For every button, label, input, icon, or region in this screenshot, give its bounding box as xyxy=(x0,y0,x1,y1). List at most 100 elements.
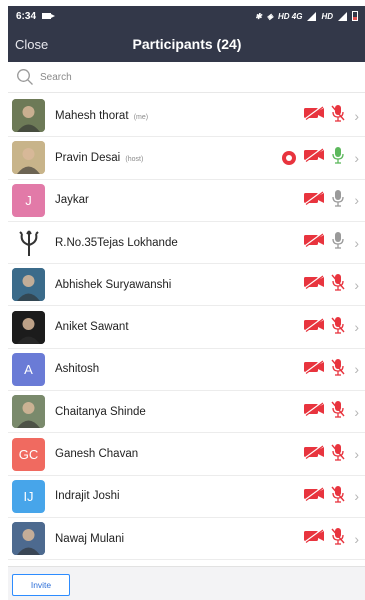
avatar: A xyxy=(12,352,45,386)
participant-controls: › xyxy=(303,349,359,390)
participant-name: Ganesh Chavan xyxy=(55,448,140,460)
participant-row[interactable]: A Ashitosh › xyxy=(8,349,365,392)
participants-header: Close Participants (24) xyxy=(8,26,365,62)
chevron-right-icon[interactable]: › xyxy=(354,488,359,504)
mic-muted-icon xyxy=(330,443,346,466)
status-indicators: ✱ ◈ HD 4G HD xyxy=(255,11,358,21)
profile-photo-icon xyxy=(12,99,45,133)
participant-controls: › xyxy=(303,180,359,221)
video-muted-icon xyxy=(303,528,325,548)
participant-controls: › xyxy=(303,476,359,517)
participant-row[interactable]: Nawaj Mulani › xyxy=(8,518,365,561)
video-muted-icon xyxy=(303,105,325,125)
avatar xyxy=(12,522,45,556)
profile-photo-icon xyxy=(12,268,45,302)
signal-icon xyxy=(307,11,317,21)
participant-role: (host) xyxy=(125,155,144,163)
vibrate-icon: ◈ xyxy=(266,11,273,21)
bluetooth-icon: ✱ xyxy=(255,11,262,21)
participant-controls: › xyxy=(303,222,359,263)
recording-icon xyxy=(282,150,297,165)
mic-muted-icon xyxy=(330,316,346,339)
chevron-right-icon[interactable]: › xyxy=(354,404,359,420)
page-title: Participants (24) xyxy=(132,36,242,52)
chevron-right-icon[interactable]: › xyxy=(354,319,359,335)
chevron-right-icon[interactable]: › xyxy=(354,192,359,208)
participant-row[interactable]: GC Ganesh Chavan › xyxy=(8,433,365,476)
video-muted-icon xyxy=(303,486,325,506)
participant-row[interactable]: R.No.35Tejas Lokhande › xyxy=(8,222,365,265)
chevron-right-icon[interactable]: › xyxy=(354,361,359,377)
search-input[interactable] xyxy=(40,71,340,83)
status-time: 6:34 xyxy=(16,10,37,22)
chevron-right-icon[interactable]: › xyxy=(354,277,359,293)
participant-row[interactable]: Chaitanya Shinde › xyxy=(8,391,365,434)
participant-name-text: Jaykar xyxy=(55,194,89,207)
participant-row[interactable]: Aniket Sawant › xyxy=(8,306,365,349)
chevron-right-icon[interactable]: › xyxy=(354,531,359,547)
close-button[interactable]: Close xyxy=(15,37,48,52)
participant-name-text: Aniket Sawant xyxy=(55,321,129,334)
participant-row[interactable]: Abhishek Suryawanshi › xyxy=(8,264,365,307)
mic-muted-icon xyxy=(330,273,346,296)
avatar-initials: J xyxy=(25,192,32,208)
search-icon xyxy=(17,69,33,85)
video-muted-icon xyxy=(303,402,325,421)
chevron-right-icon[interactable]: › xyxy=(354,235,359,251)
participant-controls: › xyxy=(303,264,359,305)
search-bar[interactable] xyxy=(8,62,365,93)
trident-logo-icon xyxy=(18,229,39,256)
avatar xyxy=(12,226,45,260)
avatar xyxy=(12,268,45,302)
participant-controls: › xyxy=(303,433,359,474)
participant-name-text: Ashitosh xyxy=(55,363,100,376)
mic-icon xyxy=(330,146,346,169)
video-muted-icon xyxy=(303,317,325,337)
participant-row[interactable]: Mahesh thorat (me) › xyxy=(8,95,365,138)
signal-icon-2 xyxy=(338,11,347,21)
participant-name: R.No.35Tejas Lokhande xyxy=(55,237,180,249)
network-label-2: HD xyxy=(321,11,333,21)
participant-name-text: Mahesh thorat xyxy=(55,109,129,122)
participant-name-text: R.No.35Tejas Lokhande xyxy=(55,236,178,249)
profile-photo-icon xyxy=(12,141,45,175)
video-muted-icon xyxy=(303,232,325,252)
participant-name: Pravin Desai (host) xyxy=(55,152,143,164)
mic-muted-icon xyxy=(330,485,346,508)
participant-controls: › xyxy=(303,306,359,347)
participant-list: Mahesh thorat (me) › Pravin Desai (host)… xyxy=(8,95,365,561)
chevron-right-icon[interactable]: › xyxy=(354,108,359,124)
participant-controls: › xyxy=(303,391,359,432)
participant-name-text: Indrajit Joshi xyxy=(55,490,120,503)
avatar xyxy=(12,395,45,429)
participant-row[interactable]: Pravin Desai (host) › xyxy=(8,137,365,180)
avatar: IJ xyxy=(12,479,45,513)
profile-photo-icon xyxy=(12,522,45,556)
participant-row[interactable]: J Jaykar › xyxy=(8,180,365,222)
participant-name: Abhishek Suryawanshi xyxy=(55,279,173,291)
participant-name: Jaykar xyxy=(55,194,91,206)
participant-controls: › xyxy=(282,137,359,178)
participant-name-text: Pravin Desai xyxy=(55,151,121,164)
mic-muted-icon xyxy=(330,358,346,381)
mic-muted-icon xyxy=(330,400,346,423)
avatar: GC xyxy=(12,437,45,471)
invite-button[interactable]: Invite xyxy=(12,574,70,596)
video-muted-icon xyxy=(303,444,325,464)
avatar: J xyxy=(12,183,45,217)
chevron-right-icon[interactable]: › xyxy=(354,150,359,166)
participant-row[interactable]: IJ Indrajit Joshi › xyxy=(8,476,365,518)
network-label: HD 4G xyxy=(277,11,303,21)
participant-name-text: Ganesh Chavan xyxy=(55,448,139,461)
status-bar: 6:34 ✱ ◈ HD 4G HD xyxy=(8,6,365,26)
participant-name-text: Chaitanya Shinde xyxy=(55,405,146,418)
participant-name-text: Abhishek Suryawanshi xyxy=(55,278,172,291)
video-muted-icon xyxy=(303,275,325,294)
battery-icon xyxy=(352,11,358,21)
chevron-right-icon[interactable]: › xyxy=(354,446,359,462)
participant-name: Mahesh thorat (me) xyxy=(55,110,148,122)
avatar xyxy=(12,99,45,133)
mic-muted-icon xyxy=(330,527,346,550)
participant-name: Indrajit Joshi xyxy=(55,490,122,502)
mic-icon xyxy=(330,189,346,212)
